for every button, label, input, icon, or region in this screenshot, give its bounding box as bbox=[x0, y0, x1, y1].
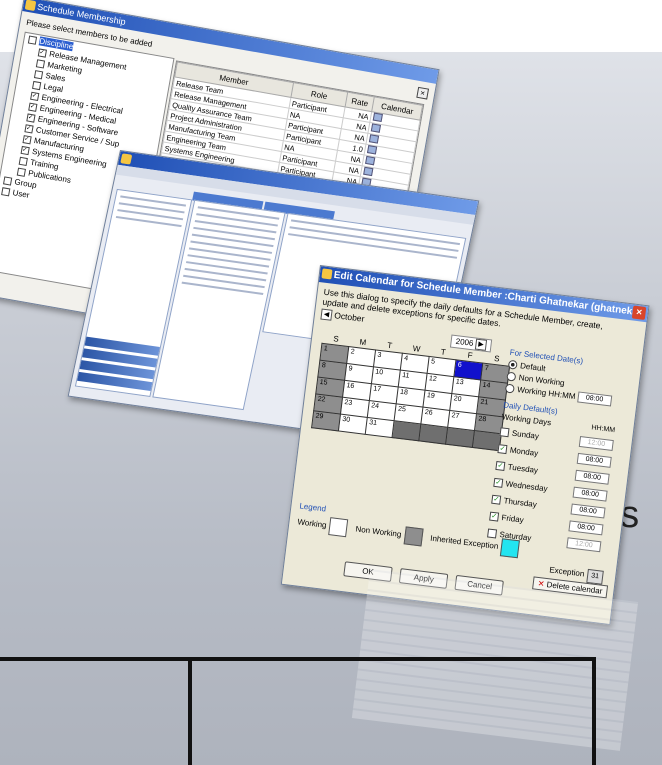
checkbox-icon[interactable] bbox=[22, 134, 32, 145]
app-icon bbox=[24, 0, 37, 12]
day-checkbox[interactable]: ✓ bbox=[491, 495, 502, 506]
option-label: Default bbox=[519, 361, 546, 374]
day-label: Thursday bbox=[503, 496, 538, 510]
app-icon bbox=[321, 268, 333, 280]
calendar-day-cell[interactable]: 31 bbox=[365, 417, 395, 438]
app-icon bbox=[120, 153, 133, 165]
checkbox-icon[interactable] bbox=[37, 48, 48, 58]
radio-selected-icon[interactable] bbox=[507, 360, 518, 371]
calendar-day-cell[interactable] bbox=[418, 423, 448, 445]
selected-dates-options: For Selected Date(s) Default Non Working… bbox=[487, 348, 628, 556]
checkbox-icon[interactable] bbox=[1, 187, 11, 197]
day-checkbox[interactable]: ✓ bbox=[497, 444, 508, 455]
checkbox-icon[interactable] bbox=[24, 124, 34, 134]
checkbox-icon[interactable] bbox=[30, 91, 40, 101]
calendar-day-cell[interactable] bbox=[472, 430, 502, 451]
legend-non-working-label: Non Working bbox=[354, 524, 402, 539]
prev-month-icon[interactable]: ◀ bbox=[320, 308, 333, 322]
close-icon[interactable]: × bbox=[416, 86, 430, 100]
working-swatch bbox=[328, 517, 349, 538]
frame-right-line bbox=[592, 657, 596, 765]
close-icon[interactable]: × bbox=[631, 305, 647, 320]
radio-icon[interactable] bbox=[506, 372, 517, 383]
day-label: Monday bbox=[509, 445, 539, 458]
working-time-input[interactable]: 08:00 bbox=[576, 391, 612, 407]
legend-working-label: Working bbox=[296, 517, 328, 530]
checkbox-icon[interactable] bbox=[33, 69, 44, 80]
day-label: Wednesday bbox=[505, 479, 549, 494]
checkbox-icon[interactable] bbox=[20, 145, 30, 156]
day-label: Sunday bbox=[511, 428, 540, 441]
day-hours-input[interactable]: 08:00 bbox=[568, 520, 604, 536]
calendar-day-cell[interactable]: 29 bbox=[311, 410, 341, 431]
checkbox-icon[interactable] bbox=[28, 102, 38, 112]
legend-inherited-label: Inherited Exception bbox=[429, 533, 499, 551]
checkbox-icon[interactable] bbox=[18, 156, 28, 166]
day-label: Friday bbox=[501, 513, 525, 525]
day-label: Tuesday bbox=[507, 462, 539, 476]
tree-item-label: User bbox=[11, 188, 31, 200]
legend-exception-label: Exception bbox=[548, 565, 585, 579]
radio-icon[interactable] bbox=[504, 383, 515, 394]
checkbox-icon[interactable] bbox=[26, 113, 36, 123]
checkbox-icon[interactable] bbox=[3, 176, 13, 186]
day-hours-input[interactable]: 12:00 bbox=[578, 435, 614, 452]
slide-frame bbox=[0, 657, 662, 765]
edit-calendar-dialog: Edit Calendar for Schedule Member :Chart… bbox=[280, 265, 650, 626]
day-checkbox[interactable]: ✓ bbox=[495, 461, 506, 472]
checkbox-icon[interactable] bbox=[16, 167, 27, 177]
calendar-day-cell[interactable]: 30 bbox=[338, 414, 368, 435]
calendar-day-cell[interactable] bbox=[445, 427, 475, 448]
checkbox-icon[interactable] bbox=[35, 59, 46, 69]
frame-divider bbox=[188, 657, 192, 765]
day-hours-input[interactable]: 08:00 bbox=[572, 486, 608, 502]
day-checkbox[interactable]: ✓ bbox=[489, 511, 500, 522]
day-hours-input[interactable]: 08:00 bbox=[576, 452, 612, 468]
frame-top-line bbox=[0, 657, 596, 661]
day-checkbox[interactable]: ✓ bbox=[493, 478, 504, 489]
calendar-day-cell[interactable] bbox=[392, 420, 421, 441]
day-hours-input[interactable]: 08:00 bbox=[574, 469, 610, 485]
year-value: 2006 bbox=[455, 336, 474, 348]
day-checkbox[interactable] bbox=[499, 427, 510, 438]
checkbox-icon[interactable] bbox=[32, 80, 42, 91]
checkbox-icon[interactable] bbox=[27, 35, 38, 45]
day-hours-input[interactable]: 08:00 bbox=[570, 503, 606, 519]
delete-icon: ✕ bbox=[537, 578, 546, 589]
inherited-exception-swatch bbox=[500, 538, 521, 559]
non-working-swatch bbox=[403, 526, 424, 547]
